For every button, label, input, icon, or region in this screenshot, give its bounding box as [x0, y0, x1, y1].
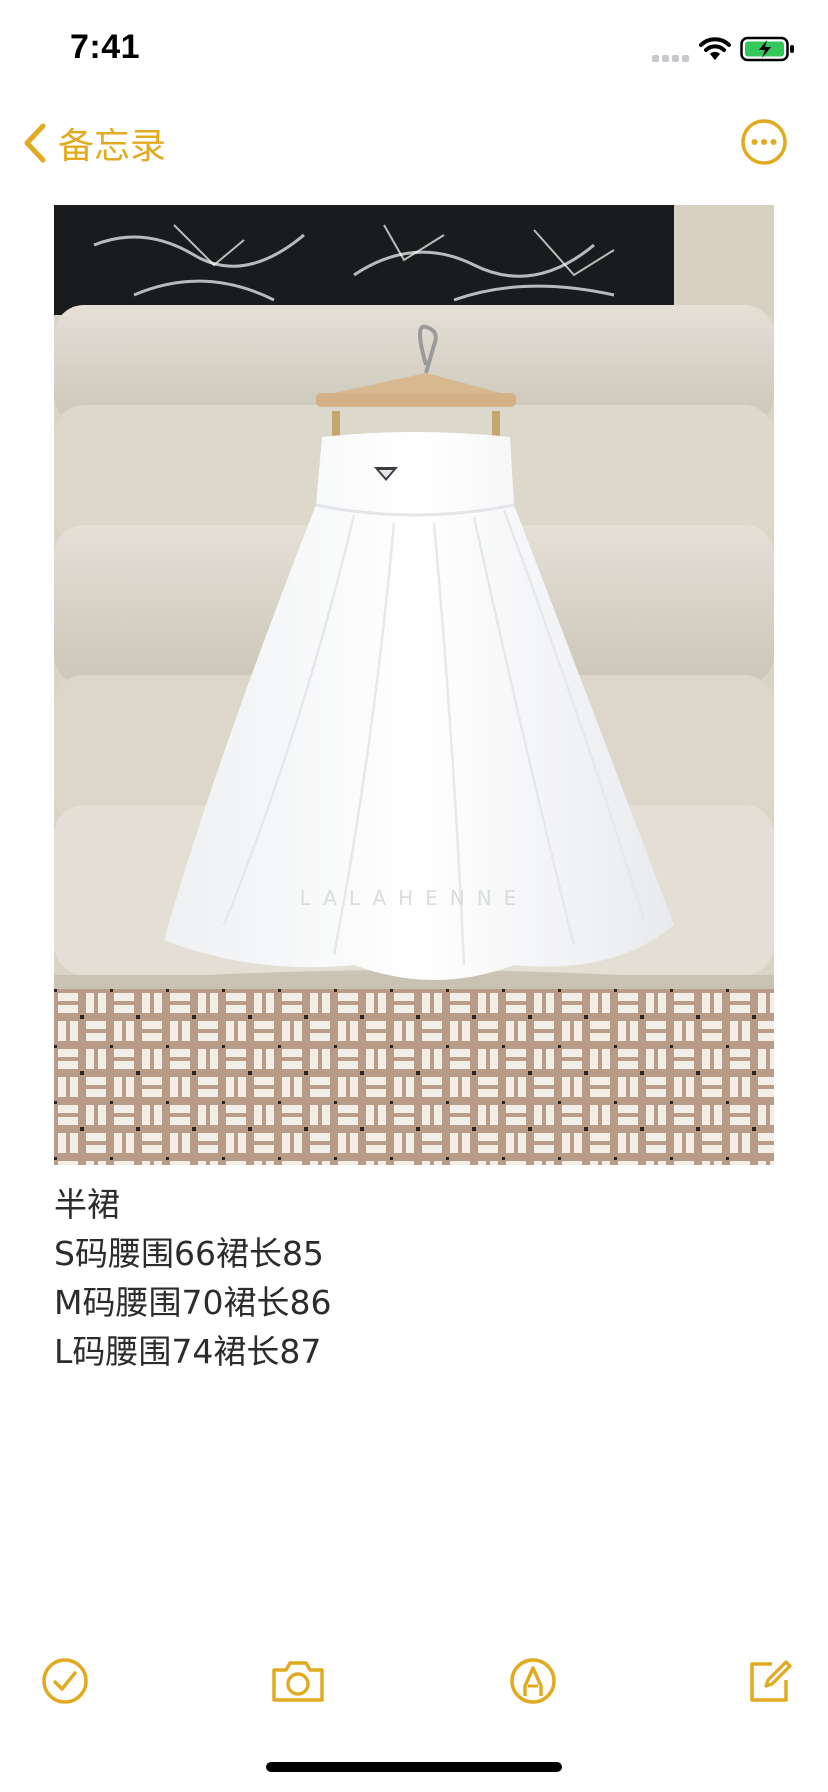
checklist-icon[interactable] — [40, 1656, 90, 1706]
wifi-icon — [699, 37, 731, 60]
note-line-size-m: M码腰围70裙长86 — [54, 1283, 332, 1322]
chevron-left-icon — [24, 123, 46, 163]
battery-charging-icon — [740, 36, 794, 62]
status-bar: 7:41 — [0, 0, 828, 100]
compose-icon[interactable] — [744, 1656, 794, 1706]
status-time: 7:41 — [70, 28, 141, 66]
bottom-toolbar — [0, 1640, 828, 1720]
skirt-photo: LALAHENNE — [54, 205, 774, 1165]
photo-attachment[interactable]: LALAHENNE — [54, 205, 774, 1165]
markup-pen-icon[interactable] — [508, 1656, 558, 1706]
note-line-size-l: L码腰围74裙长87 — [54, 1332, 322, 1371]
back-button[interactable]: 备忘录 — [22, 118, 166, 168]
svg-text:LALAHENNE: LALAHENNE — [300, 886, 529, 910]
note-line-title: 半裙 — [54, 1185, 120, 1224]
note-line-size-s: S码腰围66裙长85 — [54, 1234, 324, 1273]
nav-bar: 备忘录 — [0, 100, 828, 190]
note-body[interactable]: 半裙 S码腰围66裙长85 M码腰围70裙长86 L码腰围74裙长87 — [54, 1180, 774, 1376]
camera-icon[interactable] — [270, 1656, 326, 1706]
back-button-label: 备忘录 — [58, 126, 167, 167]
ellipsis-circle-icon[interactable] — [740, 118, 788, 166]
cellular-signal-icon — [652, 52, 692, 62]
home-indicator[interactable] — [266, 1762, 562, 1772]
